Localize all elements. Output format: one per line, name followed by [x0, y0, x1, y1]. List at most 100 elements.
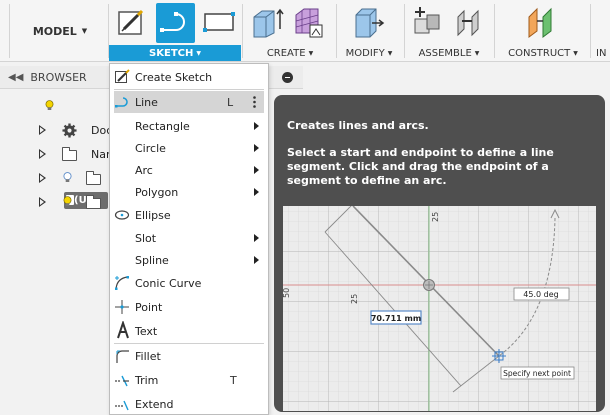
rectangle-tool-icon[interactable] [202, 5, 236, 39]
menu-item-slot[interactable]: Slot [110, 227, 268, 249]
menu-label: Fillet [135, 349, 161, 363]
browser-close-icon[interactable] [282, 72, 293, 83]
tooltip-title: Creates lines and arcs. [287, 119, 429, 132]
submenu-arrow-icon [254, 144, 259, 152]
menu-divider [114, 89, 264, 90]
expand-arrow-icon[interactable] [39, 173, 46, 183]
trim-icon [115, 375, 129, 387]
press-pull-icon[interactable] [352, 5, 386, 39]
menu-item-point[interactable]: Point [110, 296, 268, 318]
toolbar-separator [494, 4, 495, 58]
workspace-switcher[interactable]: MODEL ▼ [16, 0, 104, 62]
gear-icon [62, 123, 77, 138]
new-component-icon[interactable] [412, 5, 446, 39]
extrude-icon[interactable] [250, 5, 284, 39]
line-icon [115, 97, 128, 108]
chevron-down-icon: ▼ [81, 27, 88, 35]
modify-dropdown-button[interactable]: MODIFY ▼ [338, 46, 400, 60]
create-sketch-icon[interactable] [114, 5, 148, 39]
menu-label: Trim [135, 373, 159, 387]
chevron-down-icon: ▼ [474, 49, 480, 57]
menu-label: Ellipse [135, 208, 171, 222]
sketch-label: SKETCH [149, 47, 194, 59]
assemble-label: ASSEMBLE [418, 47, 472, 59]
submenu-arrow-icon [254, 166, 259, 174]
tooltip-illustration: 70.711 mm 45.0 deg Specify next point 25… [283, 206, 596, 411]
line-tool-illustration: 70.711 mm 45.0 deg Specify next point 25… [283, 206, 596, 411]
menu-item-conic-curve[interactable]: Conic Curve [110, 272, 268, 294]
menu-item-text[interactable]: Text [110, 320, 268, 342]
toolbar: MODEL ▼ SKETCH ▼ CREATE ▼ MODIFY ▼ ASSEM… [0, 0, 610, 62]
submenu-arrow-icon [254, 122, 259, 130]
inspect-dropdown-button[interactable]: IN [596, 46, 610, 60]
menu-label: Point [135, 300, 163, 314]
menu-item-ellipse[interactable]: Ellipse [110, 204, 268, 226]
length-value: 70.711 mm [371, 314, 421, 323]
folder-icon [86, 171, 101, 185]
create-sketch-icon [115, 69, 130, 83]
chevron-down-icon: ▼ [387, 49, 393, 57]
toolbar-separator [336, 4, 337, 58]
menu-item-polygon[interactable]: Polygon [110, 181, 268, 203]
toolbar-separator [242, 4, 243, 58]
chevron-down-icon: ▼ [573, 49, 578, 57]
menu-label: Arc [135, 163, 153, 177]
grid [283, 206, 596, 411]
chevron-down-icon: ▼ [308, 49, 314, 57]
folder-icon [86, 195, 101, 209]
menu-item-trim[interactable]: Trim T [110, 369, 268, 391]
offset-plane-icon[interactable] [525, 5, 559, 39]
collapse-icon[interactable]: ◀◀ [8, 72, 23, 83]
visibility-bulb-icon[interactable] [63, 196, 72, 207]
menu-item-spline[interactable]: Spline [110, 249, 268, 271]
menu-label: Conic Curve [135, 276, 202, 290]
sketch-dropdown-button[interactable]: SKETCH ▼ [109, 45, 241, 61]
toolbar-separator [404, 4, 405, 58]
shortcut-label: L [227, 95, 234, 109]
submenu-arrow-icon [254, 256, 259, 264]
menu-item-extend[interactable]: Extend [110, 393, 268, 415]
menu-item-rectangle[interactable]: Rectangle [110, 115, 268, 137]
menu-item-arc[interactable]: Arc [110, 159, 268, 181]
visibility-bulb-icon[interactable] [45, 100, 54, 111]
conic-curve-icon [115, 276, 129, 290]
menu-item-fillet[interactable]: Fillet [110, 345, 268, 367]
tool-tooltip: Creates lines and arcs. Select a start a… [274, 95, 605, 412]
submenu-arrow-icon [254, 188, 259, 196]
browser-row-document-settings[interactable]: Doc [0, 118, 112, 142]
menu-item-circle[interactable]: Circle [110, 137, 268, 159]
tooltip-description: Select a start and endpoint to define a … [287, 146, 554, 187]
expand-arrow-icon[interactable] [39, 149, 46, 159]
create-label: CREATE [266, 47, 306, 59]
menu-label: Circle [135, 141, 166, 155]
menu-label: Slot [135, 231, 157, 245]
create-dropdown-button[interactable]: CREATE ▼ [250, 46, 330, 60]
text-icon [117, 321, 129, 339]
menu-label: Extend [135, 397, 174, 411]
visibility-bulb-off-icon[interactable] [63, 172, 72, 183]
more-options-icon[interactable] [253, 96, 256, 108]
assemble-dropdown-button[interactable]: ASSEMBLE ▼ [408, 46, 490, 60]
browser-root-row[interactable]: (U [0, 94, 110, 209]
shortcut-label: T [230, 373, 237, 387]
form-icon[interactable] [290, 5, 324, 39]
browser-row-named-views[interactable]: Nam [0, 142, 117, 166]
menu-label: Polygon [135, 185, 179, 199]
menu-label: Spline [135, 253, 169, 267]
menu-divider [114, 343, 264, 344]
expand-arrow-icon[interactable] [39, 197, 46, 207]
workspace-label: MODEL [32, 24, 77, 38]
angle-value: 45.0 deg [523, 290, 558, 299]
line-tool-icon[interactable] [158, 5, 192, 39]
toolbar-separator [9, 4, 10, 58]
browser-row-sketches[interactable] [0, 190, 110, 214]
browser-row-origin[interactable] [0, 166, 110, 190]
menu-item-create-sketch[interactable]: Create Sketch [110, 66, 268, 88]
construct-label: CONSTRUCT [508, 47, 571, 59]
inspect-label: IN [596, 47, 607, 59]
expand-arrow-icon[interactable] [39, 125, 46, 135]
ellipse-icon [114, 210, 130, 220]
construct-dropdown-button[interactable]: CONSTRUCT ▼ [500, 46, 586, 60]
joint-icon[interactable] [452, 5, 486, 39]
menu-item-line[interactable]: Line L [114, 91, 264, 113]
